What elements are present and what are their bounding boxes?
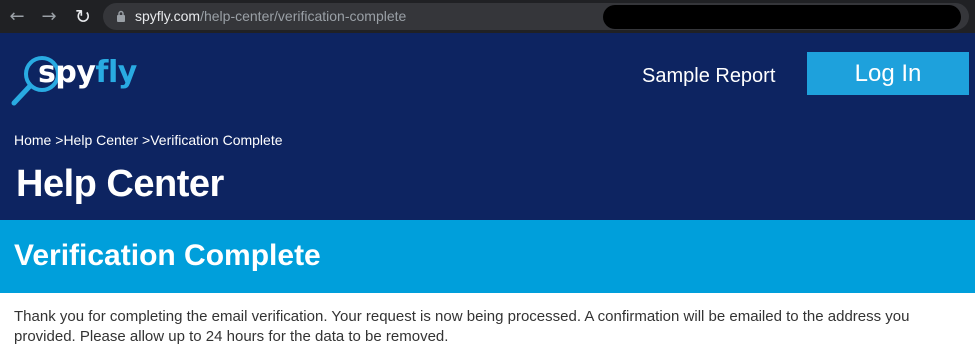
lock-icon [117,10,125,22]
arrow-left-icon[interactable]: ← [4,4,30,30]
logo-fly-text: fly [95,55,137,90]
site-header: spyfly Sample Report Log In Home >Help C… [0,33,975,220]
browser-toolbar: ← → ↻ spyfly.com/help-center/verificatio… [0,0,975,33]
sample-report-link[interactable]: Sample Report [642,63,775,89]
breadcrumb-separator: > [138,132,151,148]
redacted-area [603,5,961,29]
logo-spy-text: spy [38,55,96,90]
reload-icon[interactable]: ↻ [70,4,96,30]
breadcrumb: Home >Help Center >Verification Complete [14,131,283,149]
section-title: Verification Complete [14,239,321,272]
breadcrumb-separator: > [51,132,64,148]
url-host: spyfly.com [135,8,201,24]
login-button[interactable]: Log In [807,52,969,95]
section-banner: Verification Complete [0,220,975,293]
breadcrumb-help-center[interactable]: Help Center [63,132,138,148]
logo-wordmark: spyfly [38,53,137,93]
arrow-right-icon[interactable]: → [36,4,62,30]
spyfly-logo[interactable]: spyfly [10,51,137,106]
url-text: spyfly.com/help-center/verification-comp… [135,3,406,30]
page-title: Help Center [16,163,224,205]
address-bar[interactable]: spyfly.com/help-center/verification-comp… [103,3,969,30]
breadcrumb-current: Verification Complete [150,132,283,148]
url-path: /help-center/verification-complete [200,8,407,24]
breadcrumb-home[interactable]: Home [14,132,51,148]
verification-message: Thank you for completing the email verif… [14,308,910,345]
